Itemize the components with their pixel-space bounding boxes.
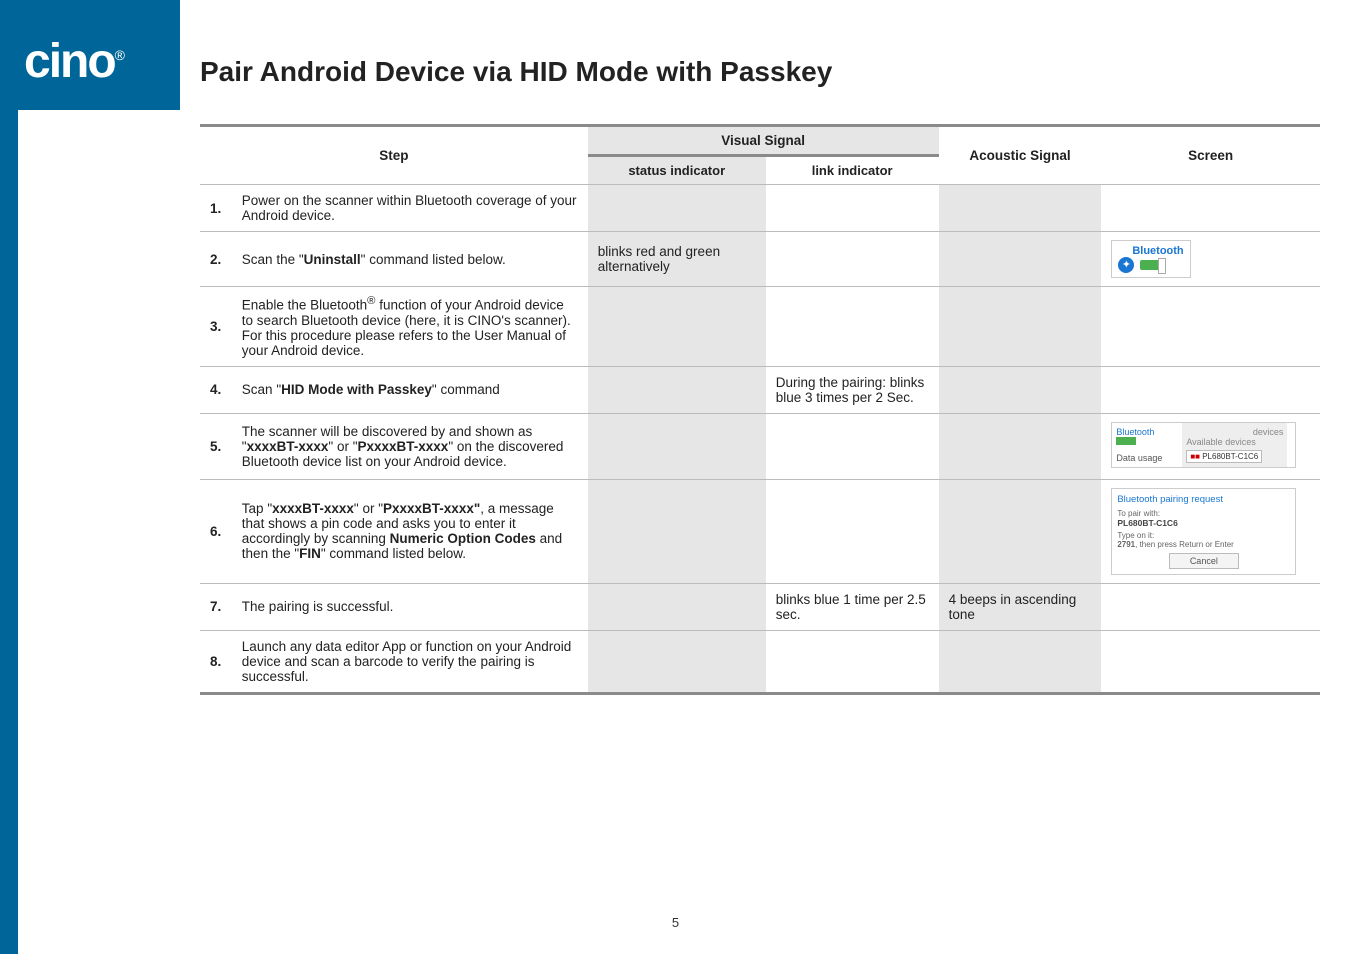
procedure-table: Step Visual Signal Acoustic Signal Scree…	[200, 124, 1320, 695]
step-number: 8.	[200, 630, 232, 693]
col-status: status indicator	[588, 156, 766, 185]
col-screen: Screen	[1101, 126, 1320, 185]
screen-cell: Bluetooth pairing request To pair with:PL…	[1101, 479, 1320, 583]
step-description: Launch any data editor App or function o…	[232, 630, 588, 693]
bluetooth-icon: ✦	[1118, 257, 1134, 273]
acoustic-signal-cell	[939, 185, 1102, 232]
status-indicator-cell	[588, 583, 766, 630]
col-visual: Visual Signal	[588, 126, 939, 156]
link-indicator-cell: blinks blue 1 time per 2.5 sec.	[766, 583, 939, 630]
step-number: 6.	[200, 479, 232, 583]
screen-cell: Bluetooth Data usage devicesAvailable devi…	[1101, 413, 1320, 479]
step-description: Tap "xxxxBT-xxxx" or "PxxxxBT-xxxx", a m…	[232, 479, 588, 583]
status-indicator-cell: blinks red and green alternatively	[588, 232, 766, 287]
step-number: 5.	[200, 413, 232, 479]
content-area: Step Visual Signal Acoustic Signal Scree…	[200, 124, 1320, 695]
type-label: Type on it:	[1117, 531, 1290, 540]
link-indicator-cell	[766, 287, 939, 367]
keyboard-icon: ■■	[1190, 452, 1200, 461]
status-indicator-cell	[588, 413, 766, 479]
bt-menu-item: Bluetooth	[1116, 427, 1178, 437]
to-pair-label: To pair with:	[1117, 509, 1290, 518]
table-row: 7.The pairing is successful. blinks blue …	[200, 583, 1320, 630]
screenshot-device-list: Bluetooth Data usage devicesAvailable devi…	[1111, 422, 1296, 468]
step-number: 1.	[200, 185, 232, 232]
status-indicator-cell	[588, 479, 766, 583]
screen-cell	[1101, 287, 1320, 367]
to-pair-device: PL680BT-C1C6	[1117, 518, 1290, 528]
type-value: 2791, then press Return or Enter	[1117, 540, 1290, 549]
screen-cell	[1101, 185, 1320, 232]
link-indicator-cell	[766, 232, 939, 287]
link-indicator-cell	[766, 185, 939, 232]
link-indicator-cell	[766, 413, 939, 479]
status-indicator-cell	[588, 287, 766, 367]
screenshot-pairing-request: Bluetooth pairing request To pair with:PL…	[1111, 488, 1296, 575]
screen-cell	[1101, 630, 1320, 693]
accent-bar	[0, 0, 18, 954]
table-row: 4.Scan "HID Mode with Passkey" command Du…	[200, 366, 1320, 413]
acoustic-signal-cell	[939, 366, 1102, 413]
pair-dialog-title: Bluetooth pairing request	[1117, 494, 1290, 505]
table-row: 6.Tap "xxxxBT-xxxx" or "PxxxxBT-xxxx", a…	[200, 479, 1320, 583]
data-usage-item: Data usage	[1116, 453, 1178, 463]
acoustic-signal-cell: 4 beeps in ascending tone	[939, 583, 1102, 630]
page-title: Pair Android Device via HID Mode with Pa…	[200, 56, 832, 88]
table-row: 3.Enable the Bluetooth® function of your…	[200, 287, 1320, 367]
acoustic-signal-cell	[939, 413, 1102, 479]
devices-header: devices	[1186, 427, 1283, 437]
screen-cell	[1101, 366, 1320, 413]
bluetooth-label: Bluetooth	[1132, 245, 1183, 257]
acoustic-signal-cell	[939, 479, 1102, 583]
toggle-on-icon	[1116, 437, 1136, 445]
step-description: Enable the Bluetooth® function of your A…	[232, 287, 588, 367]
status-indicator-cell	[588, 185, 766, 232]
table-row: 1.Power on the scanner within Bluetooth …	[200, 185, 1320, 232]
link-indicator-cell	[766, 479, 939, 583]
step-number: 4.	[200, 366, 232, 413]
step-number: 7.	[200, 583, 232, 630]
step-description: Power on the scanner within Bluetooth co…	[232, 185, 588, 232]
available-devices-label: Available devices	[1186, 437, 1283, 447]
step-description: The pairing is successful.	[232, 583, 588, 630]
status-indicator-cell	[588, 630, 766, 693]
cancel-button: Cancel	[1169, 553, 1239, 569]
table-row: 8.Launch any data editor App or function…	[200, 630, 1320, 693]
page-number: 5	[0, 915, 1351, 930]
screen-cell	[1101, 583, 1320, 630]
step-number: 3.	[200, 287, 232, 367]
col-step: Step	[200, 126, 588, 185]
step-description: Scan "HID Mode with Passkey" command	[232, 366, 588, 413]
acoustic-signal-cell	[939, 630, 1102, 693]
table-row: 2.Scan the "Uninstall" command listed be…	[200, 232, 1320, 287]
step-description: The scanner will be discovered by and sh…	[232, 413, 588, 479]
status-indicator-cell	[588, 366, 766, 413]
col-acoustic: Acoustic Signal	[939, 126, 1102, 185]
toggle-on-icon	[1140, 260, 1164, 270]
screenshot-bluetooth-toggle: Bluetooth✦	[1111, 240, 1190, 278]
table-body: 1.Power on the scanner within Bluetooth …	[200, 185, 1320, 694]
acoustic-signal-cell	[939, 287, 1102, 367]
logo-registered: ®	[115, 47, 123, 63]
table-row: 5.The scanner will be discovered by and …	[200, 413, 1320, 479]
acoustic-signal-cell	[939, 232, 1102, 287]
link-indicator-cell: During the pairing: blinks blue 3 times …	[766, 366, 939, 413]
col-link: link indicator	[766, 156, 939, 185]
logo-text: cino	[24, 35, 115, 88]
brand-logo: cino®	[24, 34, 123, 89]
discovered-device: ■■ PL680BT-C1C6	[1186, 450, 1262, 463]
link-indicator-cell	[766, 630, 939, 693]
step-number: 2.	[200, 232, 232, 287]
step-description: Scan the "Uninstall" command listed belo…	[232, 232, 588, 287]
screen-cell: Bluetooth✦	[1101, 232, 1320, 287]
